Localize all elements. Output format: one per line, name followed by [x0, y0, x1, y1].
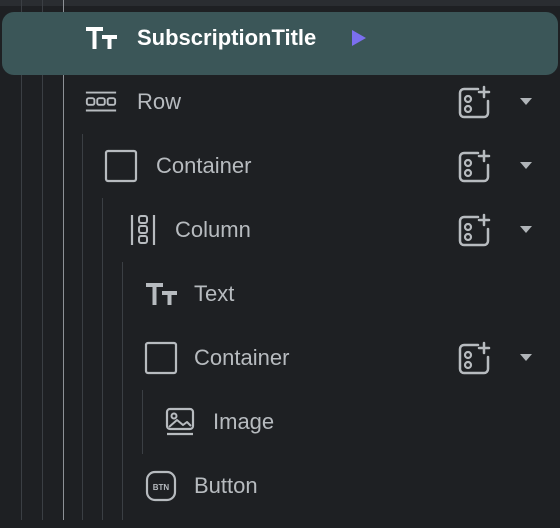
tree-node-container[interactable]: Container [0, 134, 560, 198]
node-label: Container [156, 153, 252, 178]
node-label: Text [194, 281, 235, 306]
add-widget-icon[interactable] [454, 213, 494, 249]
tree-node-button[interactable]: BTN Button [0, 454, 560, 518]
node-label: Button [194, 473, 258, 498]
container-icon [104, 149, 138, 183]
tree-node-text[interactable]: Text [0, 262, 560, 326]
add-widget-icon[interactable] [454, 85, 494, 121]
widget-tree-panel: SubscriptionTitle Row Container Column T… [0, 0, 560, 528]
text-icon [144, 278, 178, 310]
add-widget-icon[interactable] [454, 149, 494, 185]
column-icon [126, 214, 160, 246]
svg-text:BTN: BTN [153, 483, 170, 492]
node-label: Row [137, 89, 182, 114]
node-label: SubscriptionTitle [137, 25, 317, 50]
container-icon [144, 341, 178, 375]
chevron-down-icon[interactable] [520, 354, 532, 361]
tree-node-row[interactable]: Row [0, 70, 560, 134]
node-label: Column [175, 217, 251, 242]
chevron-down-icon[interactable] [520, 226, 532, 233]
chevron-down-icon[interactable] [520, 98, 532, 105]
tree-node-subscription-title[interactable]: SubscriptionTitle [0, 6, 560, 75]
node-label: Image [213, 409, 275, 434]
tree-node-container[interactable]: Container [0, 326, 560, 390]
tree-node-column[interactable]: Column [0, 198, 560, 262]
button-icon: BTN [144, 470, 178, 502]
row-icon [84, 86, 118, 118]
chevron-down-icon[interactable] [520, 162, 532, 169]
add-widget-icon[interactable] [454, 341, 494, 377]
tree-node-image[interactable]: Image [0, 390, 560, 454]
image-icon [164, 406, 198, 438]
node-label: Container [194, 345, 290, 370]
play-icon[interactable] [352, 30, 366, 46]
text-icon [84, 22, 118, 54]
